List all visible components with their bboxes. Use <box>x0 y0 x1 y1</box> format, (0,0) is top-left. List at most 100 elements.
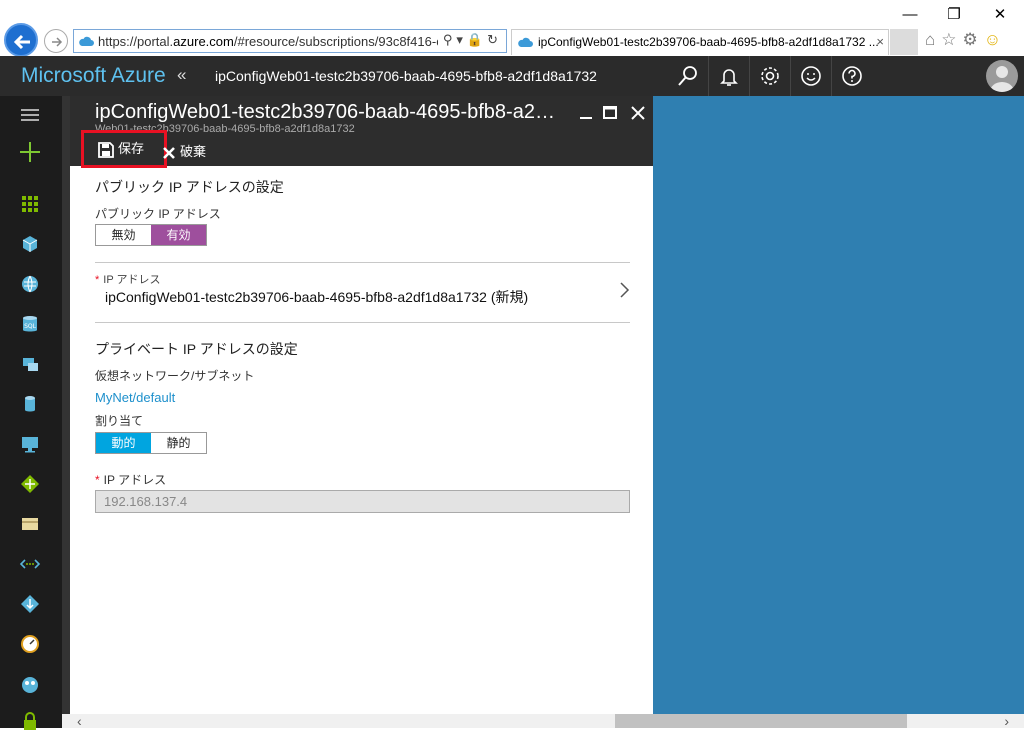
blade-minimize-button[interactable] <box>576 103 596 123</box>
blade-content: パブリック IP アドレスの設定 パブリック IP アドレス 無効 有効 * IP… <box>70 166 653 714</box>
horizontal-scrollbar[interactable]: ‹ › <box>62 714 1024 728</box>
owl-icon <box>22 677 38 693</box>
new-tab-button[interactable] <box>890 29 918 55</box>
refresh-icon[interactable]: ↻ <box>487 32 502 47</box>
nav-load-balancers[interactable] <box>16 470 44 498</box>
home-icon[interactable]: ⌂ <box>925 30 941 49</box>
new-resource-button[interactable] <box>16 138 44 166</box>
x-icon <box>163 146 175 159</box>
card-icon <box>22 518 38 530</box>
nav-advisor[interactable] <box>16 670 44 698</box>
arrow-right-icon <box>52 37 63 47</box>
tab-close-button[interactable]: × <box>876 34 884 49</box>
save-button[interactable]: 保存 <box>81 130 167 168</box>
nav-virtual-networks[interactable] <box>16 550 44 578</box>
ip-address-row-chevron[interactable] <box>618 280 630 305</box>
private-ip-section-title: プライベート IP アドレスの設定 <box>95 341 298 357</box>
nav-virtual-machines[interactable] <box>16 430 44 458</box>
nav-network-interfaces[interactable] <box>16 510 44 538</box>
feedback-button[interactable] <box>790 56 830 96</box>
search-icon[interactable]: ⚲ <box>443 32 457 47</box>
floppy-disk-icon <box>98 141 114 158</box>
menu-button[interactable] <box>16 101 44 129</box>
address-bar[interactable]: https://portal.azure.com/#resource/subsc… <box>73 29 507 53</box>
storage-cylinder-icon <box>25 396 35 412</box>
ip-address-row-value[interactable]: ipConfigWeb01-testc2b39706-baab-4695-bfb… <box>105 287 528 307</box>
globe-icon <box>22 275 38 293</box>
nav-resource-groups[interactable] <box>16 230 44 258</box>
ip-address-row-label: * IP アドレス <box>95 274 161 286</box>
blade-maximize-button[interactable] <box>600 103 620 123</box>
public-ip-disabled-option[interactable]: 無効 <box>96 225 151 245</box>
scroll-left-button[interactable]: ‹ <box>77 714 82 728</box>
blade-header: ipConfigWeb01-testc2b39706-baab-4695-bfb… <box>70 96 653 168</box>
collapse-toggle[interactable]: « <box>177 65 186 85</box>
breadcrumb[interactable]: ipConfigWeb01-testc2b39706-baab-4695-bfb… <box>215 68 597 84</box>
browser-tab[interactable]: ipConfigWeb01-testc2b39706-baab-4695-bfb… <box>511 29 889 55</box>
vnet-subnet-label: 仮想ネットワーク/サブネット <box>95 369 255 383</box>
discard-label: 破棄 <box>180 144 207 159</box>
smiley-icon[interactable]: ☺ <box>984 30 1007 49</box>
window-close-button[interactable]: ✕ <box>989 4 1011 26</box>
nav-security[interactable] <box>16 708 44 736</box>
plus-icon <box>20 142 40 162</box>
header-search-button[interactable] <box>668 56 708 96</box>
forward-button[interactable] <box>44 29 68 53</box>
nav-app-services[interactable] <box>16 270 44 298</box>
browser-tools: ⌂☆⚙☺ <box>925 30 1007 50</box>
gauge-icon <box>21 635 39 653</box>
discard-button[interactable]: 破棄 <box>162 141 206 160</box>
assignment-toggle[interactable]: 動的 静的 <box>95 432 207 454</box>
settings-button[interactable] <box>749 56 789 96</box>
user-avatar[interactable] <box>986 60 1018 92</box>
address-bar-icons[interactable]: ⚲▾🔒↻ <box>443 32 502 48</box>
nav-monitor[interactable] <box>16 630 44 658</box>
nav-virtual-machines-classic[interactable] <box>16 350 44 378</box>
url-text: https://portal.azure.com/#resource/subsc… <box>98 34 438 49</box>
scroll-right-button[interactable]: › <box>1004 714 1009 728</box>
public-ip-toggle[interactable]: 無効 有効 <box>95 224 207 246</box>
vnet-subnet-link[interactable]: MyNet/default <box>95 390 175 405</box>
user-icon <box>990 66 1014 92</box>
save-label: 保存 <box>118 141 145 156</box>
private-ip-field: 192.168.137.4 <box>95 490 630 513</box>
vnet-icon <box>19 559 41 569</box>
lock-icon: 🔒 <box>466 32 488 47</box>
public-ip-section-title: パブリック IP アドレスの設定 <box>95 179 284 195</box>
favorites-star-icon[interactable]: ☆ <box>941 30 962 49</box>
blade-title: ipConfigWeb01-testc2b39706-baab-4695-bfb… <box>95 101 560 123</box>
help-button[interactable] <box>831 56 871 96</box>
nav-sql-databases[interactable]: SQL <box>16 310 44 338</box>
assignment-dynamic-option[interactable]: 動的 <box>96 433 151 453</box>
blade-close-button[interactable] <box>628 103 648 123</box>
nav-dashboard[interactable] <box>16 190 44 218</box>
chevron-right-icon <box>620 282 630 298</box>
sql-database-icon: SQL <box>23 316 37 332</box>
portal-brand[interactable]: Microsoft Azure <box>21 64 166 88</box>
load-balancer-icon <box>21 475 39 493</box>
window-restore-button[interactable]: ❐ <box>943 4 965 26</box>
question-icon <box>842 66 862 86</box>
azure-cloud-icon <box>79 36 94 46</box>
settings-gear-icon[interactable]: ⚙ <box>963 30 984 49</box>
vm-classic-icon <box>23 358 38 371</box>
assignment-label: 割り当て <box>95 414 144 428</box>
dropdown-icon[interactable]: ▾ <box>456 32 467 47</box>
public-ip-label: パブリック IP アドレス <box>95 207 221 221</box>
divider <box>95 322 630 323</box>
assignment-static-option[interactable]: 静的 <box>151 433 206 453</box>
nav-storage[interactable] <box>16 390 44 418</box>
window-minimize-button[interactable]: — <box>899 4 921 26</box>
smiley-icon <box>801 66 821 86</box>
back-button[interactable] <box>4 23 38 57</box>
required-marker: * <box>95 473 100 487</box>
notifications-button[interactable] <box>708 56 748 96</box>
lock-icon <box>24 712 36 730</box>
bell-icon <box>720 69 738 86</box>
scrollbar-thumb[interactable] <box>615 714 907 728</box>
nav-gateways[interactable] <box>16 590 44 618</box>
public-ip-enabled-option[interactable]: 有効 <box>151 225 206 245</box>
arrow-left-icon <box>13 34 30 50</box>
minimize-icon <box>580 117 592 119</box>
search-icon <box>678 66 697 86</box>
